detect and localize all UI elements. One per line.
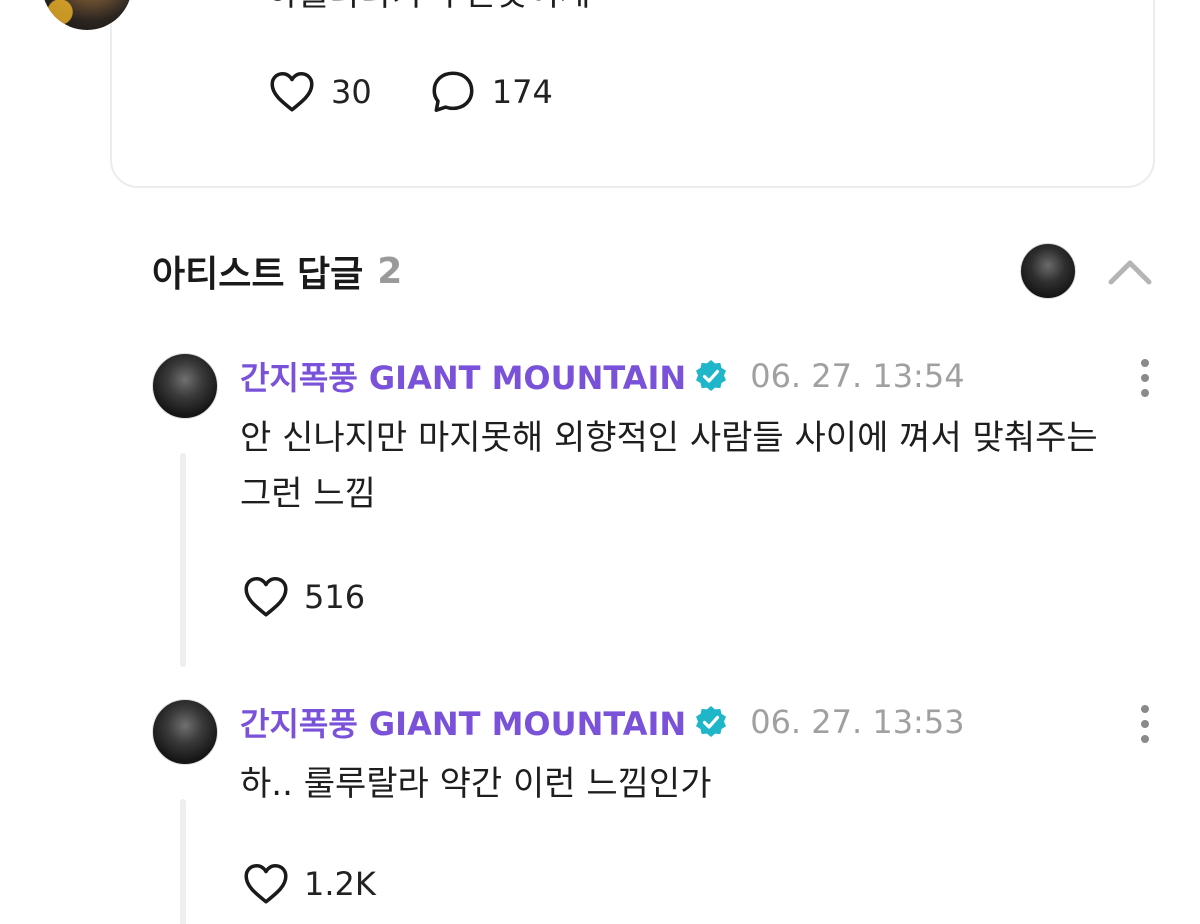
reply-author-name[interactable]: 간지폭풍 GIANT MOUNTAIN (240, 699, 686, 745)
comment-thread-page: 하룰라라가 무슨뜻이게 30 174 아티스트 답글 2 (0, 0, 1200, 924)
post-like-button[interactable]: 30 (267, 67, 372, 117)
post-like-count: 30 (331, 73, 372, 111)
post-comment-count: 174 (491, 73, 553, 111)
reply-more-button[interactable] (1128, 358, 1162, 398)
reply-more-button[interactable] (1128, 704, 1162, 744)
thread-line (180, 799, 186, 924)
post-text: 하룰라라가 무슨뜻이게 (267, 0, 591, 18)
reply-timestamp: 06. 27. 13:53 (750, 703, 965, 741)
reply-header: 간지폭풍 GIANT MOUNTAIN 06. 27. 13:54 (240, 352, 965, 400)
reply-text: 안 신나지만 마지못해 외향적인 사람들 사이에 껴서 맞춰주는 그런 느낌 (240, 418, 1098, 514)
verified-badge-icon (696, 359, 727, 391)
vertical-dots-icon (1141, 705, 1149, 743)
reply-like-count: 516 (304, 578, 366, 616)
reply-like-button[interactable]: 1.2K (240, 859, 376, 909)
thread-line (180, 453, 186, 667)
post-card: 하룰라라가 무슨뜻이게 30 174 (110, 0, 1155, 188)
vertical-dots-icon (1141, 359, 1149, 397)
heart-outline-icon (244, 577, 288, 617)
chevron-up-icon (1108, 260, 1152, 285)
artist-avatar[interactable] (1020, 243, 1076, 299)
collapse-button[interactable] (1105, 250, 1155, 294)
speech-bubble-icon (432, 71, 474, 112)
heart-outline-icon (270, 72, 314, 112)
post-actions: 30 174 (267, 67, 609, 117)
post-comment-button[interactable]: 174 (428, 67, 553, 117)
reply-timestamp: 06. 27. 13:54 (750, 357, 965, 395)
post-author-avatar[interactable] (42, 0, 132, 30)
reply-author-name[interactable]: 간지폭풍 GIANT MOUNTAIN (240, 353, 686, 399)
reply-header: 간지폭풍 GIANT MOUNTAIN 06. 27. 13:53 (240, 698, 965, 746)
reply-text: 하.. 룰루랄라 약간 이런 느낌인가 (240, 764, 712, 804)
artist-replies-count: 2 (377, 250, 403, 292)
heart-outline-icon (244, 864, 288, 904)
reply-like-button[interactable]: 516 (240, 572, 365, 622)
artist-replies-header: 아티스트 답글 2 (152, 246, 402, 296)
reply-like-count: 1.2K (304, 865, 376, 903)
artist-replies-title: 아티스트 답글 (152, 254, 364, 295)
verified-badge-icon (696, 705, 727, 737)
reply-author-avatar[interactable] (152, 699, 218, 765)
reply-author-avatar[interactable] (152, 353, 218, 419)
